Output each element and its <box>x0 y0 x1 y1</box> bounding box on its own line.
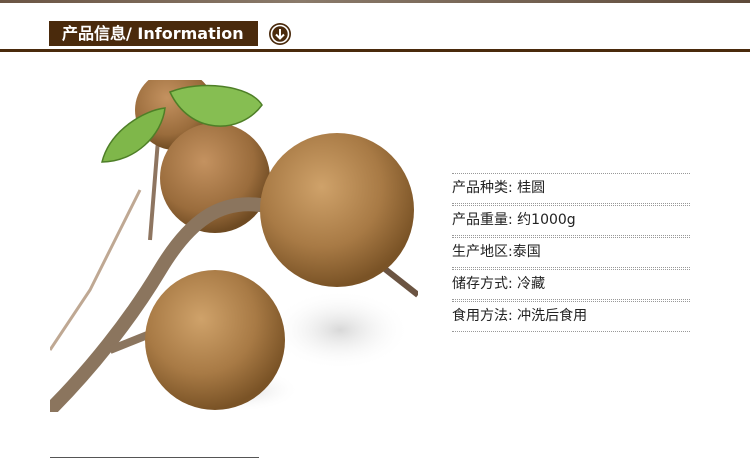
arrow-down-circle-icon[interactable] <box>269 23 291 45</box>
bottom-divider <box>50 457 259 458</box>
spec-row-storage: 储存方式: 冷藏 <box>452 269 690 300</box>
spec-row-origin: 生产地区:泰国 <box>452 237 690 268</box>
product-photo-longan <box>43 70 420 417</box>
spec-row-weight: 产品重量: 约1000g <box>452 205 690 236</box>
spec-row-category: 产品种类: 桂圆 <box>452 173 690 204</box>
header-divider <box>0 49 750 52</box>
top-decorative-strip <box>0 0 750 3</box>
spec-row-usage: 食用方法: 冲洗后食用 <box>452 301 690 332</box>
product-spec-list: 产品种类: 桂圆 产品重量: 约1000g 生产地区:泰国 储存方式: 冷藏 食… <box>452 173 690 333</box>
section-title: 产品信息/ Information <box>49 21 258 46</box>
